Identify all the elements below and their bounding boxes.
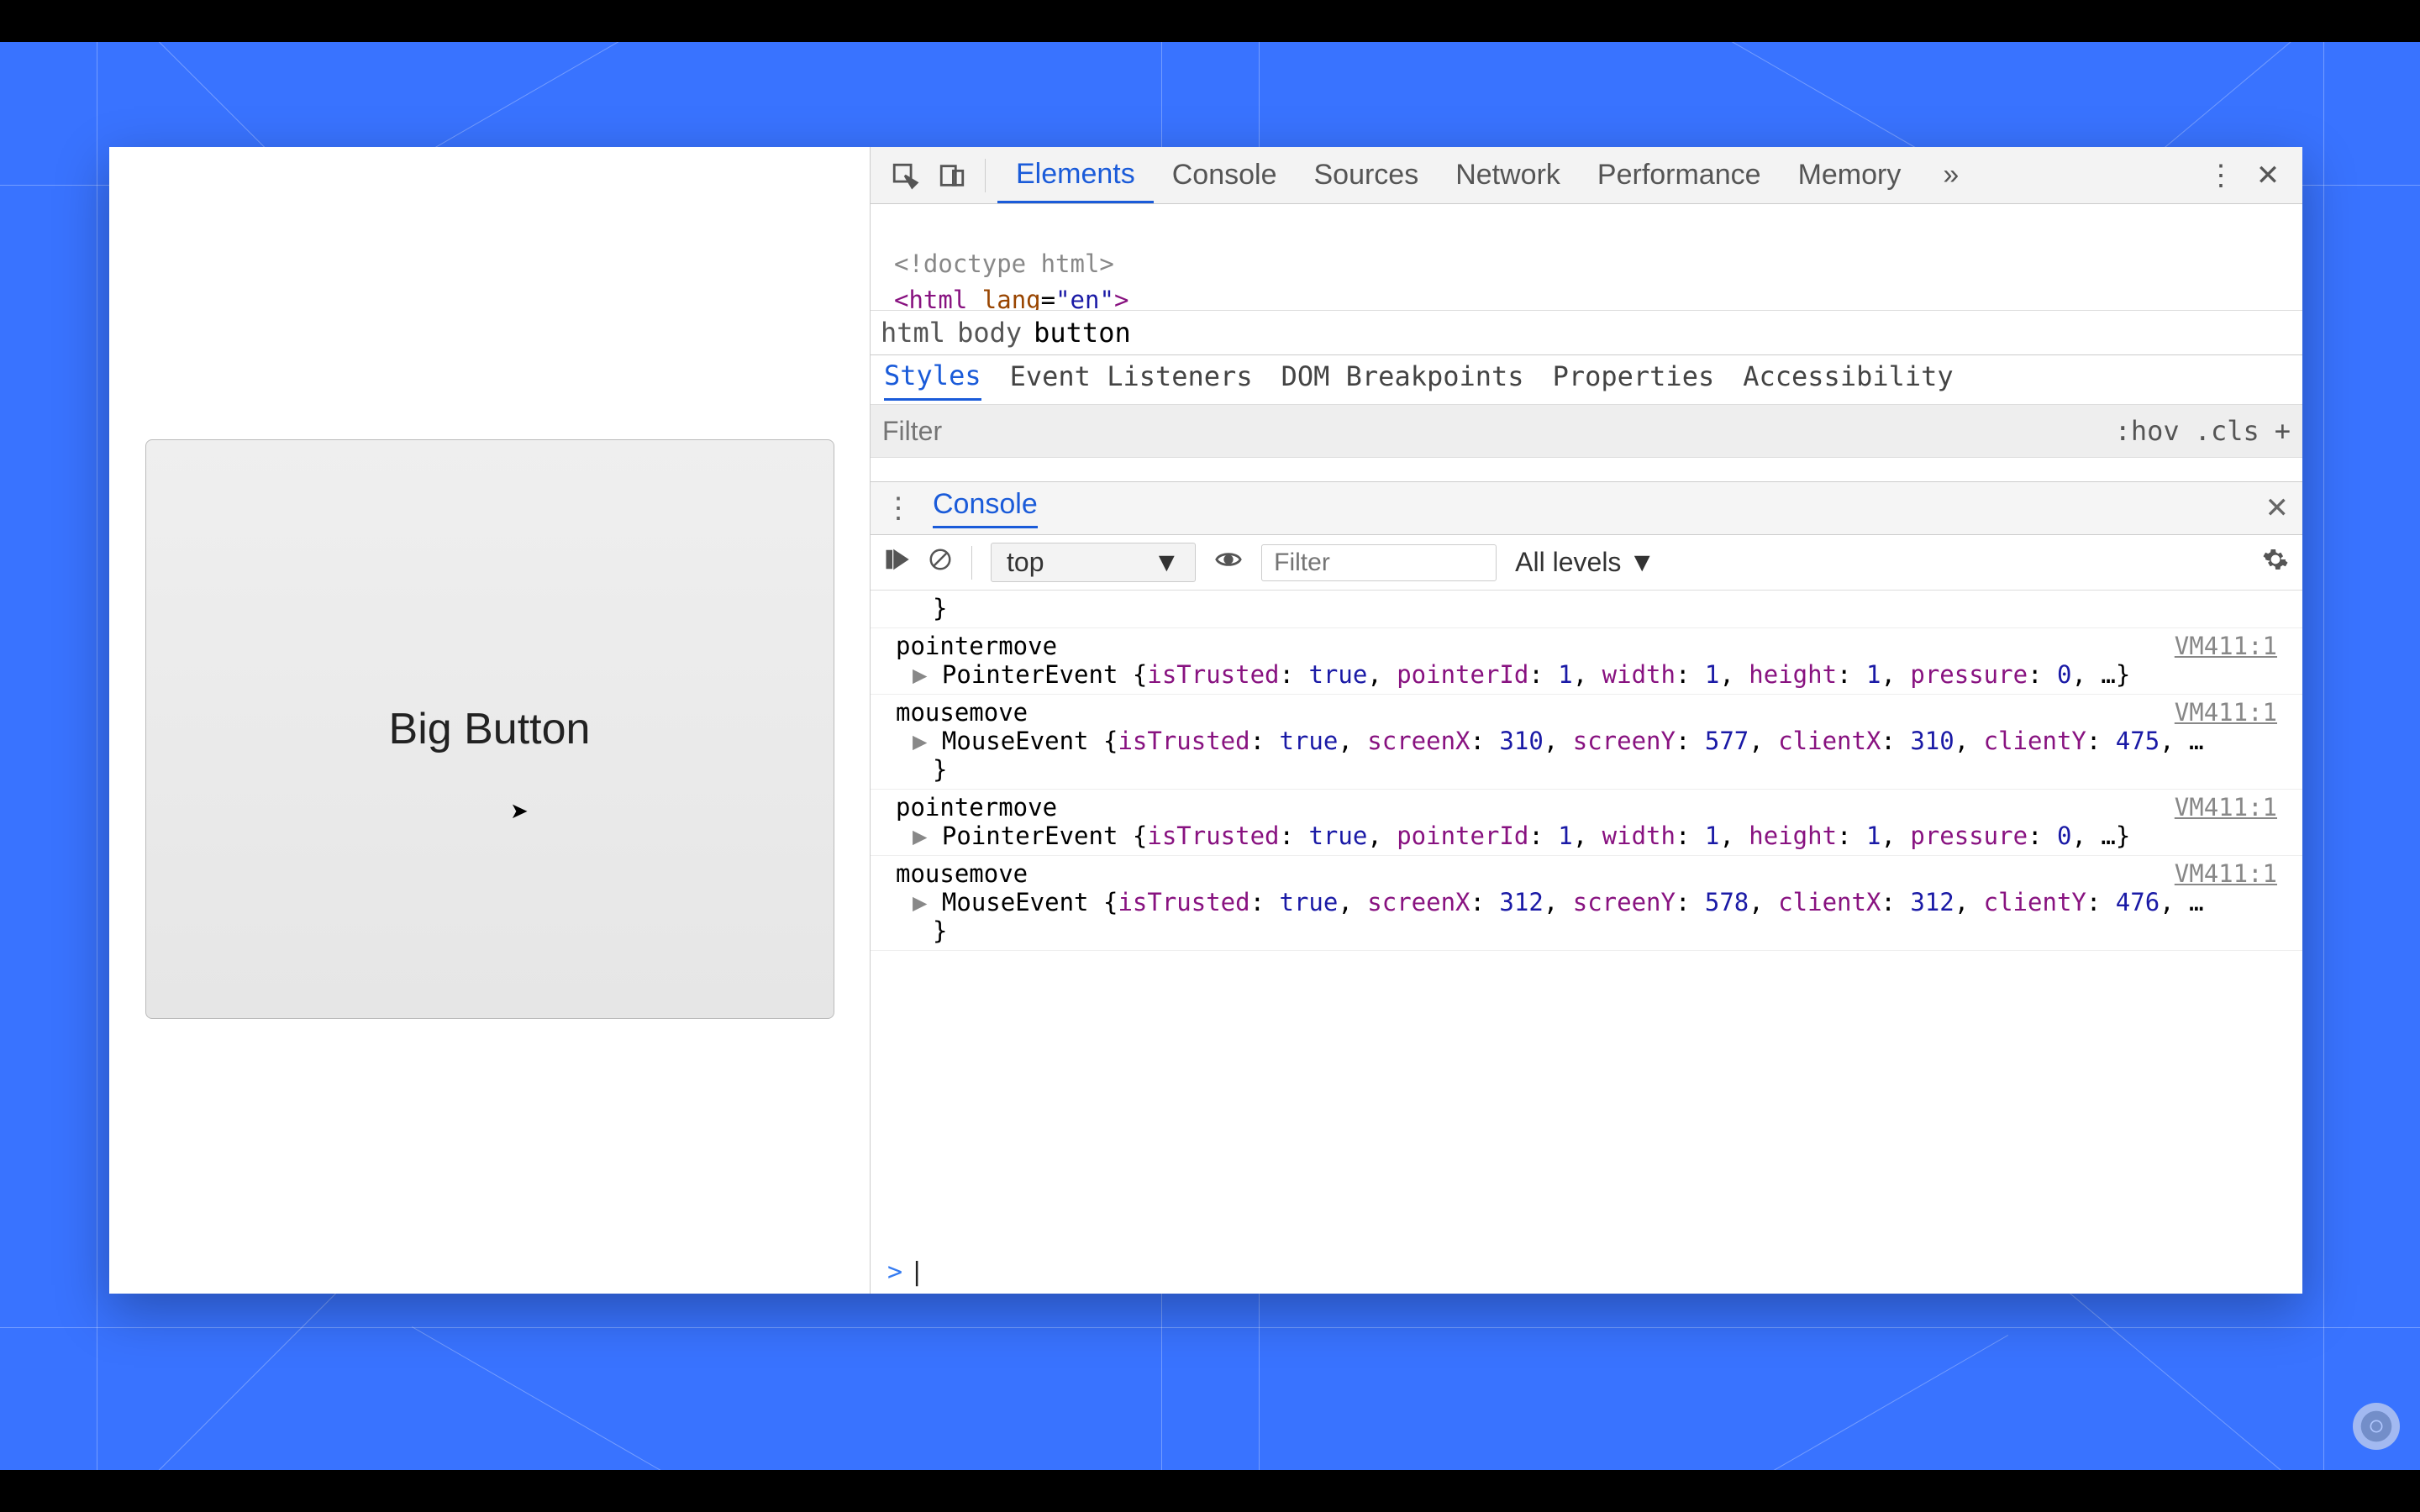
styles-tab-event-listeners[interactable]: Event Listeners [1010,360,1253,399]
log-source-link[interactable]: VM411:1 [2175,632,2277,660]
console-play-icon[interactable] [884,547,909,579]
log-event-name: mousemove [896,859,1028,888]
page-preview-pane: Big Button ➤ [109,147,870,1294]
tab-network[interactable]: Network [1437,147,1579,203]
tab-performance[interactable]: Performance [1579,147,1780,203]
close-devtools-icon[interactable]: ✕ [2247,155,2289,197]
console-eye-icon[interactable] [1214,545,1243,580]
tab-sources[interactable]: Sources [1295,147,1437,203]
hov-toggle[interactable]: :hov [2115,415,2180,447]
console-log-entry[interactable]: pointermove VM411:1▶ PointerEvent {isTrus… [871,790,2302,856]
chevron-down-icon: ▼ [1153,547,1180,578]
prompt-marker: > [887,1257,902,1287]
add-style-button[interactable]: + [2275,415,2291,447]
log-event-name: pointermove [896,632,1057,660]
log-object[interactable]: ▶ PointerEvent {isTrusted: true, pointer… [896,660,2277,689]
log-event-name: mousemove [896,698,1028,727]
breadcrumb-html[interactable]: html [881,317,945,349]
styles-subtabs: Styles Event Listeners DOM Breakpoints Prop… [871,355,2302,404]
tab-console[interactable]: Console [1154,147,1296,203]
drawer-kebab-icon[interactable]: ⋮ [884,491,913,525]
devtools-tabbar: ElementsConsoleSourcesNetworkPerformance… [871,147,2302,204]
presentation-background: Big Button ➤ ElementsConsoleSourcesNetwo… [0,42,2420,1470]
big-button[interactable]: Big Button ➤ [145,439,834,1019]
log-object[interactable]: ▶ MouseEvent {isTrusted: true, screenX: … [896,727,2277,755]
console-log-entry[interactable]: mousemove VM411:1▶ MouseEvent {isTrusted:… [871,856,2302,951]
drawer-header: ⋮ Console ✕ [871,481,2302,535]
styles-tab-accessibility[interactable]: Accessibility [1743,360,1953,399]
console-prompt[interactable]: > [871,1251,2302,1294]
log-source-link[interactable]: VM411:1 [2175,698,2277,727]
console-filter-input[interactable] [1261,544,1497,581]
device-toggle-icon[interactable] [931,155,973,197]
cursor-icon: ➤ [510,798,529,824]
console-log-entry[interactable]: mousemove VM411:1▶ MouseEvent {isTrusted:… [871,695,2302,790]
tab-memory[interactable]: Memory [1780,147,1920,203]
console-log-entry[interactable]: pointermove VM411:1▶ PointerEvent {isTrus… [871,628,2302,695]
chrome-logo-icon [2353,1403,2400,1450]
drawer-close-icon[interactable]: ✕ [2265,491,2290,525]
styles-body [871,458,2302,481]
log-source-link[interactable]: VM411:1 [2175,793,2277,822]
console-settings-icon[interactable] [2262,546,2289,580]
elements-panel: <!doctype html> <html lang="en"> ▶<head>… [871,204,2302,481]
dom-tree[interactable]: <!doctype html> <html lang="en"> ▶<head>… [871,204,2302,310]
kebab-menu-icon[interactable]: ⋮ [2200,155,2242,197]
styles-filter-input[interactable] [882,416,2100,447]
console-toolbar: top ▼ All levels ▼ [871,535,2302,591]
inspect-icon[interactable] [884,155,926,197]
log-event-name: pointermove [896,793,1057,822]
console-log-entry[interactable]: } [871,591,2302,628]
log-object[interactable]: ▶ PointerEvent {isTrusted: true, pointer… [896,822,2277,850]
styles-tab-dom-breakpoints[interactable]: DOM Breakpoints [1281,360,1524,399]
log-object[interactable]: ▶ MouseEvent {isTrusted: true, screenX: … [896,888,2277,916]
drawer-tab-console[interactable]: Console [933,488,1038,528]
console-context-select[interactable]: top ▼ [991,543,1196,582]
devtools-window: Big Button ➤ ElementsConsoleSourcesNetwo… [109,147,2302,1294]
breadcrumb-button[interactable]: button [1034,317,1131,349]
console-levels-select[interactable]: All levels ▼ [1515,547,1655,578]
tab-elements[interactable]: Elements [997,147,1154,203]
styles-tab-properties[interactable]: Properties [1553,360,1715,399]
console-log-list[interactable]: }pointermoveVM411:1▶ PointerEvent {isTru… [871,591,2302,1251]
dom-doctype: <!doctype html> [894,249,1114,278]
console-context-label: top [1007,547,1044,578]
big-button-label: Big Button [389,704,591,754]
console-clear-icon[interactable] [928,547,953,579]
tabs-overflow-icon[interactable]: » [1924,147,1977,203]
log-source-link[interactable]: VM411:1 [2175,859,2277,888]
styles-tab-styles[interactable]: Styles [884,360,981,401]
breadcrumb-body[interactable]: body [957,317,1022,349]
styles-filter-row: :hov .cls + [871,404,2302,458]
devtools-panel: ElementsConsoleSourcesNetworkPerformance… [870,147,2302,1294]
breadcrumb: html body button [871,310,2302,355]
cls-toggle[interactable]: .cls [2195,415,2260,447]
